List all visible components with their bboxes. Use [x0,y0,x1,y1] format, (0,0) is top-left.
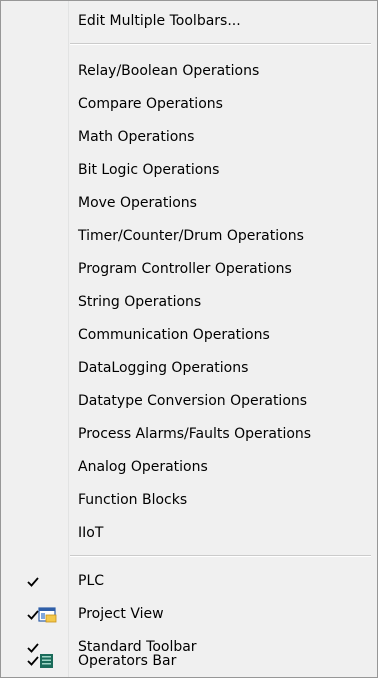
menu-item-label: Process Alarms/Faults Operations [78,426,312,442]
menu-item-datalogging-operations[interactable]: DataLogging Operations [1,352,377,385]
menu-item-math-operations[interactable]: Math Operations [1,121,377,154]
menu-item-label: Relay/Boolean Operations [78,63,260,79]
menu-item-label: Function Blocks [78,492,188,508]
menu-item-label: Math Operations [78,129,195,145]
menu-separator [70,555,371,557]
menu-item-function-blocks[interactable]: Function Blocks [1,484,377,517]
menu-item-string-operations[interactable]: String Operations [1,286,377,319]
checkmark-icon [27,577,39,587]
menu-item-datatype-conversion-operations[interactable]: Datatype Conversion Operations [1,385,377,418]
menu-item-bit-logic-operations[interactable]: Bit Logic Operations [1,154,377,187]
menu-item-label: Program Controller Operations [78,261,292,277]
menu-item-move-operations[interactable]: Move Operations [1,187,377,220]
menu-item-label: DataLogging Operations [78,360,249,376]
menu-item-label: Compare Operations [78,96,223,112]
menu-item-iiot[interactable]: IIoT [1,517,377,550]
menu-item-process-alarms-faults-operations[interactable]: Process Alarms/Faults Operations [1,418,377,451]
menu-item-relay-boolean-operations[interactable]: Relay/Boolean Operations [1,55,377,88]
menu-item-label: Analog Operations [78,459,208,475]
menu-item-timer-counter-drum-operations[interactable]: Timer/Counter/Drum Operations [1,220,377,253]
menu-item-label: String Operations [78,294,202,310]
menu-item-label: Datatype Conversion Operations [78,393,308,409]
menu-item-label: Communication Operations [78,327,270,343]
menu-item-project-view[interactable]: Project View [1,598,377,631]
project-view-icon [27,607,57,623]
menu-item-label: Bit Logic Operations [78,162,220,178]
menu-item-label: Project View [78,606,164,622]
menu-item-label: IIoT [78,525,104,541]
menu-item-label: Move Operations [78,195,197,211]
operators-bar-icon [27,654,53,668]
menu-item-analog-operations[interactable]: Analog Operations [1,451,377,484]
menu-item-communication-operations[interactable]: Communication Operations [1,319,377,352]
menu-item-edit-multiple-toolbars[interactable]: Edit Multiple Toolbars... [1,5,377,38]
menu-item-label: Operators Bar [78,653,177,669]
menu-separator [70,43,371,45]
menu-item-compare-operations[interactable]: Compare Operations [1,88,377,121]
menu-item-operators-bar[interactable]: Operators Bar [1,645,377,677]
menu-item-plc[interactable]: PLC [1,565,377,598]
menu-item-program-controller-operations[interactable]: Program Controller Operations [1,253,377,286]
toolbars-context-menu: Edit Multiple Toolbars... Relay/Boolean … [0,0,378,678]
menu-item-label: PLC [78,573,105,589]
menu-item-label: Edit Multiple Toolbars... [78,13,241,29]
menu-item-label: Timer/Counter/Drum Operations [78,228,304,244]
